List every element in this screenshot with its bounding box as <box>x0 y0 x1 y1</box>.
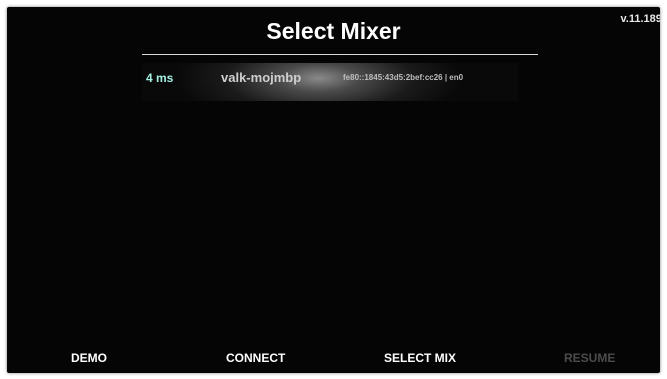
mixer-address: fe80::1845:43d5:2bef:cc26 | en0 <box>343 73 464 82</box>
resume-button[interactable]: RESUME <box>564 351 615 365</box>
mixer-latency: 4 ms <box>146 71 174 85</box>
connect-button[interactable]: CONNECT <box>226 351 285 365</box>
mixer-hostname: valk-mojmbp <box>221 70 302 85</box>
mixer-select-screen: v.11.1891 Select Mixer 4 ms valk-mojmbp … <box>7 7 660 373</box>
mixer-list-item[interactable]: 4 ms valk-mojmbp fe80::1845:43d5:2bef:cc… <box>142 63 518 101</box>
select-mix-button[interactable]: SELECT MIX <box>384 351 456 365</box>
demo-button[interactable]: DEMO <box>71 351 107 365</box>
title-divider <box>142 54 538 55</box>
page-title: Select Mixer <box>266 18 401 44</box>
